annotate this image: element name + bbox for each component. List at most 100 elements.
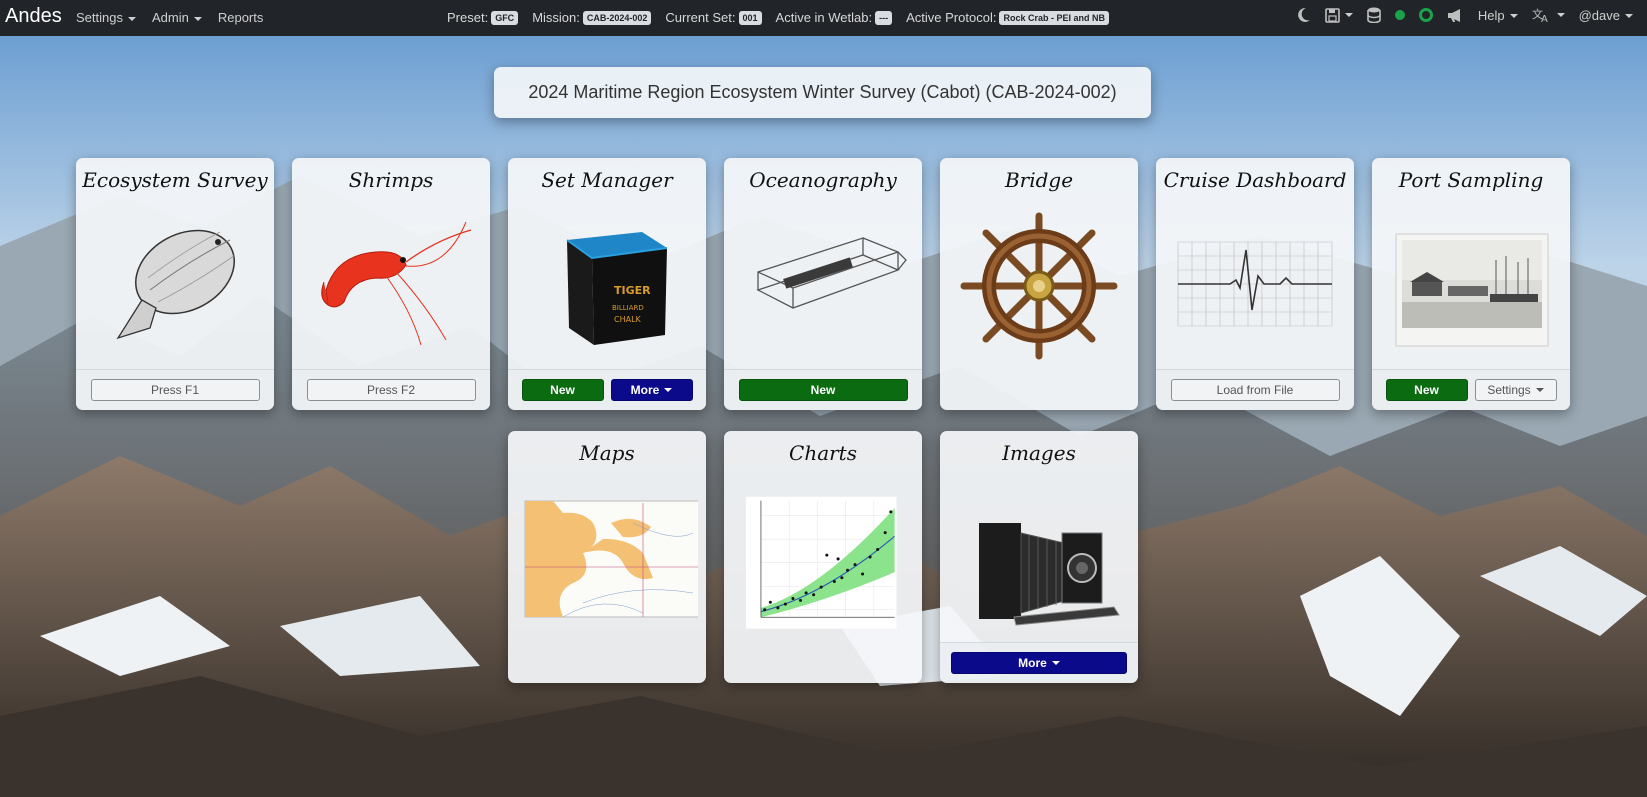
chevron-down-icon	[1344, 13, 1353, 17]
new-set-button[interactable]: New	[521, 379, 604, 401]
card-maps[interactable]: Maps	[508, 431, 706, 683]
user-label: @dave	[1578, 7, 1620, 23]
more-set-button[interactable]: More	[610, 379, 693, 401]
mission-badge: CAB-2024-002	[582, 10, 652, 25]
card-footer: New	[724, 369, 922, 410]
card-title: Charts	[789, 441, 857, 465]
wetlab-status[interactable]: Active in Wetlab: ---	[776, 10, 893, 25]
card-title: Port Sampling	[1398, 168, 1544, 192]
card-port-sampling[interactable]: Port Sampling New Settings	[1372, 158, 1570, 410]
brand-logo[interactable]: Andes	[5, 5, 62, 28]
card-charts[interactable]: Charts	[724, 431, 922, 683]
flounder-fish-image	[116, 229, 236, 340]
card-footer: New Settings	[1372, 369, 1570, 410]
top-navbar: Andes Settings Admin Reports Preset: GFC …	[0, 0, 1647, 36]
press-f1-button[interactable]: Press F1	[90, 379, 260, 401]
more-label: More	[1018, 656, 1047, 670]
protocol-badge: Rock Crab - PEI and NB	[999, 10, 1109, 25]
reports-link[interactable]: Reports	[218, 10, 264, 25]
shrimp-image	[321, 221, 472, 346]
chevron-down-icon	[1535, 388, 1544, 392]
new-oceanography-button[interactable]: New	[738, 379, 908, 401]
settings-menu[interactable]: Settings	[76, 10, 136, 25]
card-images[interactable]: Images More	[940, 431, 1138, 683]
chevron-down-icon	[1509, 14, 1518, 19]
current-set-label: Current Set:	[665, 10, 736, 25]
card-cruise-dashboard[interactable]: Cruise Dashboard Load from File	[1156, 158, 1354, 410]
admin-menu[interactable]: Admin	[152, 10, 202, 25]
chevron-down-icon	[1625, 14, 1633, 19]
protocol-label: Active Protocol:	[906, 10, 997, 25]
nav-tools: Help 文A @dave	[1297, 7, 1633, 23]
moon-icon[interactable]	[1297, 7, 1311, 23]
more-label: More	[630, 383, 660, 397]
settings-menu-label: Settings	[76, 10, 123, 25]
chevron-down-icon	[664, 388, 673, 392]
card-title: Ecosystem Survey	[82, 168, 268, 192]
card-title: Set Manager	[541, 168, 673, 192]
new-port-sampling-button[interactable]: New	[1385, 379, 1468, 401]
mission-title: 2024 Maritime Region Ecosystem Winter Su…	[494, 67, 1151, 118]
svg-text:CHALK: CHALK	[614, 315, 642, 324]
megaphone-icon[interactable]	[1447, 8, 1464, 23]
wetlab-label: Active in Wetlab:	[775, 10, 873, 25]
user-menu[interactable]: @dave	[1579, 8, 1633, 23]
folding-camera-image	[979, 523, 1120, 626]
translate-icon: 文A	[1532, 7, 1548, 23]
database-icon[interactable]	[1367, 7, 1381, 23]
protocol-status[interactable]: Active Protocol: Rock Crab - PEI and NB	[906, 10, 1109, 25]
card-title: Images	[1002, 441, 1076, 465]
admin-menu-label: Admin	[151, 10, 189, 25]
chevron-down-icon	[127, 16, 136, 21]
ctd-probe-image	[756, 237, 907, 309]
load-from-file-button[interactable]: Load from File	[1170, 379, 1340, 401]
nav-menu: Settings Admin Reports	[76, 10, 263, 25]
mission-status[interactable]: Mission: CAB-2024-002	[532, 10, 652, 25]
help-menu[interactable]: Help	[1478, 8, 1518, 23]
save-icon	[1325, 7, 1340, 23]
save-menu[interactable]	[1325, 7, 1353, 23]
card-title: Cruise Dashboard	[1163, 168, 1347, 192]
card-footer: Press F2	[292, 369, 490, 410]
wetlab-badge: ---	[875, 10, 893, 25]
preset-status[interactable]: Preset: GFC	[447, 10, 519, 25]
card-footer: New More	[508, 369, 706, 410]
scatter-chart-image	[745, 496, 897, 629]
help-label: Help	[1477, 7, 1505, 23]
billiard-chalk-image: TIGER BILLIARD CHALK	[566, 232, 668, 345]
svg-text:BILLIARD: BILLIARD	[612, 304, 644, 312]
card-set-manager[interactable]: Set Manager TIGER BILLIARD CHALK New Mor…	[508, 158, 706, 410]
chevron-down-icon	[1556, 13, 1565, 17]
svg-text:A: A	[1541, 14, 1548, 23]
card-ecosystem-survey[interactable]: Ecosystem Survey Press F1	[76, 158, 274, 410]
status-dot-icon	[1394, 10, 1405, 20]
svg-text:TIGER: TIGER	[614, 284, 651, 297]
ecg-trace-image	[1177, 241, 1333, 327]
language-menu[interactable]: 文A	[1532, 7, 1565, 23]
press-f2-button[interactable]: Press F2	[306, 379, 476, 401]
card-footer: More	[940, 642, 1138, 683]
harbour-photo-image	[1395, 233, 1549, 347]
preset-label: Preset:	[447, 10, 489, 25]
chevron-down-icon	[1051, 661, 1060, 665]
card-footer: Press F1	[76, 369, 274, 410]
more-images-button[interactable]: More	[951, 652, 1127, 674]
card-footer: Load from File	[1156, 369, 1354, 410]
ship-wheel-image	[960, 212, 1118, 360]
preset-badge: GFC	[491, 10, 519, 25]
current-set-status[interactable]: Current Set: 001	[665, 10, 762, 25]
sync-icon[interactable]	[1418, 8, 1433, 22]
card-oceanography[interactable]: Oceanography New	[724, 158, 922, 410]
card-bridge[interactable]: Bridge	[940, 158, 1138, 410]
card-shrimps[interactable]: Shrimps Press F2	[292, 158, 490, 410]
status-bar: Preset: GFC Mission: CAB-2024-002 Current …	[447, 10, 1109, 25]
card-title: Maps	[579, 441, 635, 465]
port-sampling-settings-button[interactable]: Settings	[1474, 379, 1557, 401]
current-set-badge: 001	[738, 10, 762, 25]
settings-label: Settings	[1487, 383, 1531, 397]
nautical-chart-image	[524, 500, 698, 618]
chevron-down-icon	[193, 16, 202, 21]
card-title: Shrimps	[348, 168, 434, 192]
mission-label: Mission:	[532, 10, 580, 25]
card-title: Bridge	[1004, 168, 1074, 192]
